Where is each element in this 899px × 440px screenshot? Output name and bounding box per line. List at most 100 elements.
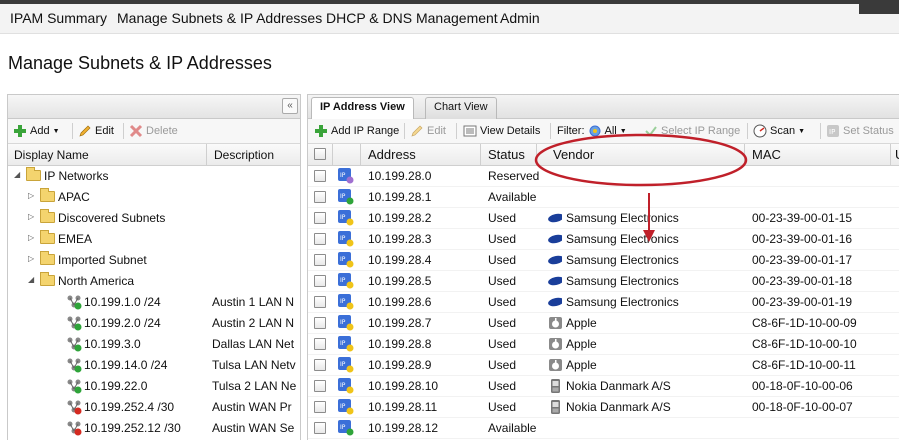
add-ip-range-button[interactable]: Add IP Range	[314, 124, 399, 138]
collapsed-arrow-icon[interactable]: ▷	[28, 191, 34, 200]
tree-row[interactable]: 10.199.252.4 /30 Austin WAN Pr	[8, 397, 300, 418]
row-checkbox[interactable]	[314, 401, 326, 413]
row-checkbox[interactable]	[314, 191, 326, 203]
ip-row[interactable]: IP 10.199.28.6 Used Samsung Electronics 00-2…	[308, 292, 899, 313]
tree-row[interactable]: ▷ Discovered Subnets	[8, 208, 300, 229]
subnet-description: Austin WAN Pr	[212, 400, 292, 414]
ip-row[interactable]: IP 10.199.28.8 Used Apple C8-6F-1D-10-00-10	[308, 334, 899, 355]
ip-row[interactable]: IP 10.199.28.2 Used Samsung Electronics 00-2…	[308, 208, 899, 229]
ip-row[interactable]: IP 10.199.28.0 Reserved	[308, 166, 899, 187]
delete-x-icon	[129, 124, 143, 138]
add-label: Add	[30, 125, 50, 137]
tree-row[interactable]: 10.199.14.0 /24 Tulsa LAN Netv	[8, 355, 300, 376]
collapsed-arrow-icon[interactable]: ▷	[28, 233, 34, 242]
select-all-checkbox[interactable]	[314, 148, 326, 160]
tree-row[interactable]: 10.199.3.0 Dallas LAN Net	[8, 334, 300, 355]
ip-status-icon: IP	[338, 189, 354, 205]
view-tabs: IP Address View Chart View	[308, 95, 899, 120]
edit-ip-button[interactable]: Edit	[410, 124, 446, 138]
subnet-label: 10.199.1.0 /24	[84, 295, 161, 309]
col-vendor[interactable]: Vendor	[553, 147, 594, 162]
mac-address: C8-6F-1D-10-00-11	[752, 358, 856, 372]
col-address[interactable]: Address	[368, 147, 416, 162]
row-checkbox[interactable]	[314, 296, 326, 308]
subnet-icon	[67, 400, 82, 415]
tree-row[interactable]: 10.199.252.12 /30 Austin WAN Se	[8, 418, 300, 439]
ip-row[interactable]: IP 10.199.28.11 Used Nokia Danmark A/S 00-18…	[308, 397, 899, 418]
delete-button[interactable]: Delete	[129, 124, 178, 138]
tree-row[interactable]: ▷ APAC	[8, 187, 300, 208]
tab-ip-address-view[interactable]: IP Address View	[311, 97, 414, 120]
tree-row[interactable]: 10.199.1.0 /24 Austin 1 LAN N	[8, 292, 300, 313]
menu-manage-subnets[interactable]: Manage Subnets & IP Addresses	[117, 10, 322, 26]
ip-address: 10.199.28.6	[368, 295, 432, 309]
tab-chart-view[interactable]: Chart View	[425, 97, 497, 119]
tree-row[interactable]: ◢ North America	[8, 271, 300, 292]
ip-status-icon: IP	[338, 231, 354, 247]
ip-status: Used	[488, 253, 517, 267]
row-checkbox[interactable]	[314, 338, 326, 350]
col-status[interactable]: Status	[488, 147, 525, 162]
mac-address: 00-23-39-00-01-18	[752, 274, 853, 288]
ip-status-icon: IP	[338, 210, 354, 226]
row-checkbox[interactable]	[314, 170, 326, 182]
ip-row[interactable]: IP 10.199.28.3 Used Samsung Electronics 00-2…	[308, 229, 899, 250]
toolbar-separator	[456, 123, 457, 139]
row-checkbox[interactable]	[314, 254, 326, 266]
collapsed-arrow-icon[interactable]: ▷	[28, 212, 34, 221]
checkmark-icon	[645, 126, 657, 137]
svg-text:IP: IP	[340, 256, 346, 263]
svg-text:IP: IP	[340, 235, 346, 242]
edit-label: Edit	[95, 125, 114, 137]
ip-status: Used	[488, 379, 517, 393]
col-mac[interactable]: MAC	[752, 147, 781, 162]
mac-address: 00-18-0F-10-00-06	[752, 379, 853, 393]
menu-admin[interactable]: Admin	[500, 10, 540, 26]
column-divider	[744, 144, 745, 165]
row-checkbox[interactable]	[314, 212, 326, 224]
ip-row[interactable]: IP 10.199.28.10 Used Nokia Danmark A/S 00-18…	[308, 376, 899, 397]
scan-button[interactable]: Scan ▼	[753, 124, 805, 138]
collapsed-arrow-icon[interactable]: ▷	[28, 254, 34, 263]
tree-row[interactable]: 10.199.22.0 Tulsa 2 LAN Ne	[8, 376, 300, 397]
add-button[interactable]: Add ▼	[13, 124, 60, 138]
row-checkbox[interactable]	[314, 275, 326, 287]
subnet-label: 10.199.14.0 /24	[84, 358, 168, 372]
ip-status-icon: IP	[338, 420, 354, 436]
ip-status: Used	[488, 211, 517, 225]
vendor-name: Samsung Electronics	[566, 232, 679, 246]
edit-button[interactable]: Edit	[78, 124, 114, 138]
select-ip-range-button[interactable]: Select IP Range	[644, 124, 740, 138]
ip-row[interactable]: IP 10.199.28.4 Used Samsung Electronics 00-2…	[308, 250, 899, 271]
row-checkbox[interactable]	[314, 359, 326, 371]
ip-row[interactable]: IP 10.199.28.7 Used Apple C8-6F-1D-10-00-09	[308, 313, 899, 334]
tree-row[interactable]: ▷ EMEA	[8, 229, 300, 250]
tree-row[interactable]: 10.199.2.0 /24 Austin 2 LAN N	[8, 313, 300, 334]
ip-row[interactable]: IP 10.199.28.5 Used Samsung Electronics 00-2…	[308, 271, 899, 292]
col-display-name[interactable]: Display Name	[14, 148, 89, 162]
svg-text:IP: IP	[340, 361, 346, 368]
filter-dropdown[interactable]: Filter: All ▼	[557, 124, 627, 138]
ip-status-icon: IP	[338, 252, 354, 268]
row-checkbox[interactable]	[314, 380, 326, 392]
ip-row[interactable]: IP 10.199.28.9 Used Apple C8-6F-1D-10-00-11	[308, 355, 899, 376]
menu-dhcp-dns[interactable]: DHCP & DNS Management	[326, 10, 498, 26]
row-checkbox[interactable]	[314, 317, 326, 329]
row-checkbox[interactable]	[314, 233, 326, 245]
view-details-button[interactable]: View Details	[463, 124, 540, 138]
ip-row[interactable]: IP 10.199.28.1 Available	[308, 187, 899, 208]
set-status-button[interactable]: IP Set Status	[826, 124, 894, 138]
expanded-arrow-icon[interactable]: ◢	[28, 275, 34, 284]
tree-row[interactable]: ◢ IP Networks	[8, 166, 300, 187]
row-checkbox[interactable]	[314, 422, 326, 434]
ip-column-header: Address Status Vendor MAC U	[308, 144, 899, 166]
collapse-panel-button[interactable]: «	[282, 98, 298, 114]
expanded-arrow-icon[interactable]: ◢	[14, 170, 20, 179]
menu-ipam-summary[interactable]: IPAM Summary	[10, 10, 107, 26]
col-description[interactable]: Description	[214, 148, 274, 162]
col-user[interactable]: U	[895, 147, 899, 162]
ip-row[interactable]: IP 10.199.28.12 Available	[308, 418, 899, 439]
pencil-icon	[79, 125, 91, 137]
ip-status: Used	[488, 274, 517, 288]
tree-row[interactable]: ▷ Imported Subnet	[8, 250, 300, 271]
